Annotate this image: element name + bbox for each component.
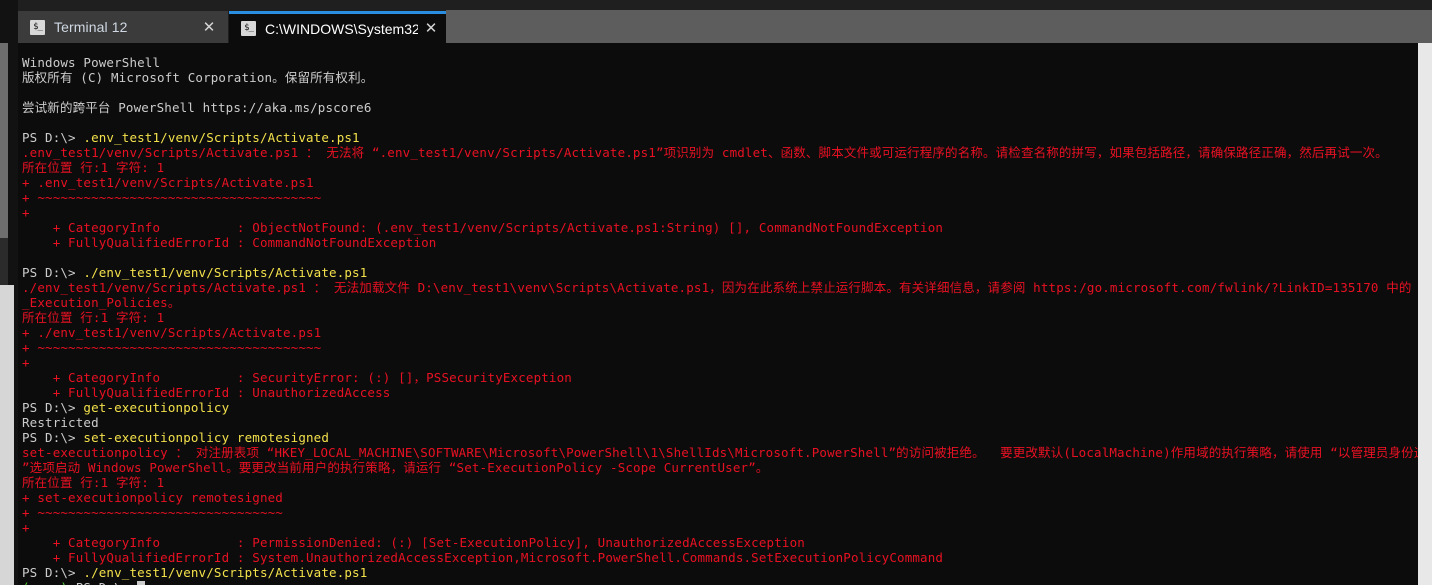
shell-prompt: PS D:\> <box>22 565 84 580</box>
terminal-line: set-executionpolicy ： 对注册表项 “HKEY_LOCAL_… <box>22 445 1418 460</box>
terminal-line: + FullyQualifiedErrorId : UnauthorizedAc… <box>22 385 391 400</box>
terminal-line: + FullyQualifiedErrorId : System.Unautho… <box>22 550 944 565</box>
venv-indicator: (venv) <box>22 580 76 585</box>
console-icon: $_ <box>241 21 256 36</box>
tab-system32-window[interactable]: $_ C:\WINDOWS\System32\Wir ✕ <box>229 11 446 43</box>
terminal-line: _Execution_Policies。 <box>22 295 181 310</box>
shell-command: .env_test1/venv/Scripts/Activate.ps1 <box>83 130 360 145</box>
terminal-line: PS D:\> set-executionpolicy remotesigned <box>18 430 1418 445</box>
terminal-line: + <box>22 355 30 370</box>
terminal-line: 版权所有 (C) Microsoft Corporation。保留所有权利。 <box>22 70 374 85</box>
terminal-line: ”选项启动 Windows PowerShell。要更改当前用户的执行策略，请运… <box>22 460 769 475</box>
terminal-line: PS D:\> ./env_test1/venv/Scripts/Activat… <box>18 565 1418 580</box>
shell-prompt: PS D:\> <box>22 400 84 415</box>
shell-prompt: PS D:\> <box>22 130 84 145</box>
shell-prompt: PS D:\> <box>76 580 137 585</box>
terminal-line: + CategoryInfo : SecurityError: (:) []，P… <box>22 370 572 385</box>
left-scrollbar-lower[interactable] <box>0 285 14 585</box>
terminal-line: (venv) PS D:\> <box>18 580 1418 585</box>
terminal-line: + <box>22 520 30 535</box>
terminal-line: ./env_test1/venv/Scripts/Activate.ps1 ： … <box>22 280 1418 295</box>
tab-title: Terminal 12 <box>54 19 128 35</box>
terminal-line: + FullyQualifiedErrorId : CommandNotFoun… <box>22 235 437 250</box>
tab-terminal-12[interactable]: $_ Terminal 12 ✕ <box>18 11 228 43</box>
powershell-window: $_ Terminal 12 ✕ $_ C:\WINDOWS\System32\… <box>0 0 1432 585</box>
console-icon: $_ <box>30 19 45 35</box>
terminal-line: + .env_test1/venv/Scripts/Activate.ps1 <box>22 175 314 190</box>
shell-command: ./env_test1/venv/Scripts/Activate.ps1 <box>83 565 368 580</box>
close-icon[interactable]: ✕ <box>196 20 222 35</box>
terminal-line: .env_test1/venv/Scripts/Activate.ps1 ： 无… <box>22 145 1388 160</box>
terminal-line: Windows PowerShell <box>22 55 161 70</box>
terminal-line: + ~~~~~~~~~~~~~~~~~~~~~~~~~~~~~~~~ <box>22 505 283 520</box>
terminal-line: + CategoryInfo : ObjectNotFound: (.env_t… <box>22 220 944 235</box>
shell-prompt: PS D:\> <box>22 265 84 280</box>
tabstrip-notch <box>0 0 18 43</box>
shell-command: set-executionpolicy remotesigned <box>83 430 330 445</box>
terminal-line: PS D:\> .env_test1/venv/Scripts/Activate… <box>18 130 1418 145</box>
left-scrollbar-thumb[interactable] <box>0 43 8 238</box>
terminal-line: 所在位置 行:1 字符: 1 <box>22 310 165 325</box>
title-bar-filler-top <box>446 0 1432 10</box>
shell-command: ./env_test1/venv/Scripts/Activate.ps1 <box>83 265 368 280</box>
shell-command: get-executionpolicy <box>83 400 230 415</box>
right-scrollbar[interactable] <box>1418 43 1432 585</box>
terminal-line: + <box>22 205 30 220</box>
terminal-line: + ~~~~~~~~~~~~~~~~~~~~~~~~~~~~~~~~~~~~~ <box>22 190 322 205</box>
terminal-line: Restricted <box>22 415 99 430</box>
terminal-output[interactable]: Windows PowerShell 版权所有 (C) Microsoft Cor… <box>18 43 1418 585</box>
terminal-line: + ~~~~~~~~~~~~~~~~~~~~~~~~~~~~~~~~~~~~~ <box>22 340 322 355</box>
terminal-line: + ./env_test1/venv/Scripts/Activate.ps1 <box>22 325 322 340</box>
terminal-line: PS D:\> get-executionpolicy <box>18 400 1418 415</box>
terminal-line: + CategoryInfo : PermissionDenied: (:) [… <box>22 535 805 550</box>
text-cursor <box>137 581 146 585</box>
terminal-line: 尝试新的跨平台 PowerShell https://aka.ms/pscore… <box>22 100 372 115</box>
terminal-line: + set-executionpolicy remotesigned <box>22 490 283 505</box>
terminal-line: 所在位置 行:1 字符: 1 <box>22 160 165 175</box>
tab-strip: $_ Terminal 12 ✕ $_ C:\WINDOWS\System32\… <box>0 0 1432 43</box>
terminal-line: 所在位置 行:1 字符: 1 <box>22 475 165 490</box>
shell-prompt: PS D:\> <box>22 430 84 445</box>
tab-title: C:\WINDOWS\System32\Wir <box>265 20 418 37</box>
close-icon[interactable]: ✕ <box>418 21 444 36</box>
terminal-line: PS D:\> ./env_test1/venv/Scripts/Activat… <box>18 265 1418 280</box>
